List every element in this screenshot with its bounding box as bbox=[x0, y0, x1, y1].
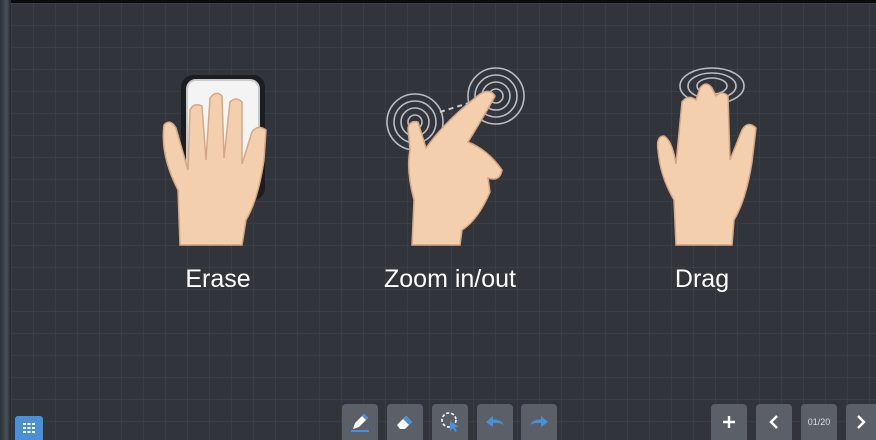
pinch-zoom-hand-icon bbox=[386, 67, 525, 246]
next-page-button[interactable] bbox=[846, 404, 876, 440]
chevron-left-icon bbox=[769, 415, 778, 429]
undo-button[interactable] bbox=[477, 404, 513, 440]
lasso-select-button[interactable] bbox=[432, 404, 468, 440]
add-page-button[interactable] bbox=[711, 404, 747, 440]
page-indicator[interactable]: 01/20 bbox=[801, 404, 837, 440]
drag-hand-icon bbox=[656, 67, 757, 246]
grid-icon bbox=[23, 423, 35, 433]
chevron-right-icon bbox=[857, 415, 866, 429]
gesture-drag-label: Drag bbox=[674, 265, 730, 293]
redo-icon bbox=[530, 416, 548, 427]
previous-page-button[interactable] bbox=[756, 404, 792, 440]
window-left-edge bbox=[0, 0, 11, 440]
apps-grid-button[interactable] bbox=[15, 416, 43, 440]
redo-button[interactable] bbox=[521, 404, 557, 440]
undo-icon bbox=[486, 416, 504, 427]
eraser-tool-button[interactable] bbox=[387, 404, 423, 440]
pen-tool-button[interactable] bbox=[342, 404, 378, 440]
plus-icon bbox=[723, 416, 735, 428]
lasso-select-icon bbox=[441, 412, 459, 432]
gesture-erase-label: Erase bbox=[185, 265, 251, 293]
eraser-icon bbox=[397, 416, 412, 429]
gesture-zoom-label: Zoom in/out bbox=[383, 265, 516, 293]
erase-hand-icon bbox=[162, 75, 267, 246]
pen-icon bbox=[351, 414, 369, 432]
